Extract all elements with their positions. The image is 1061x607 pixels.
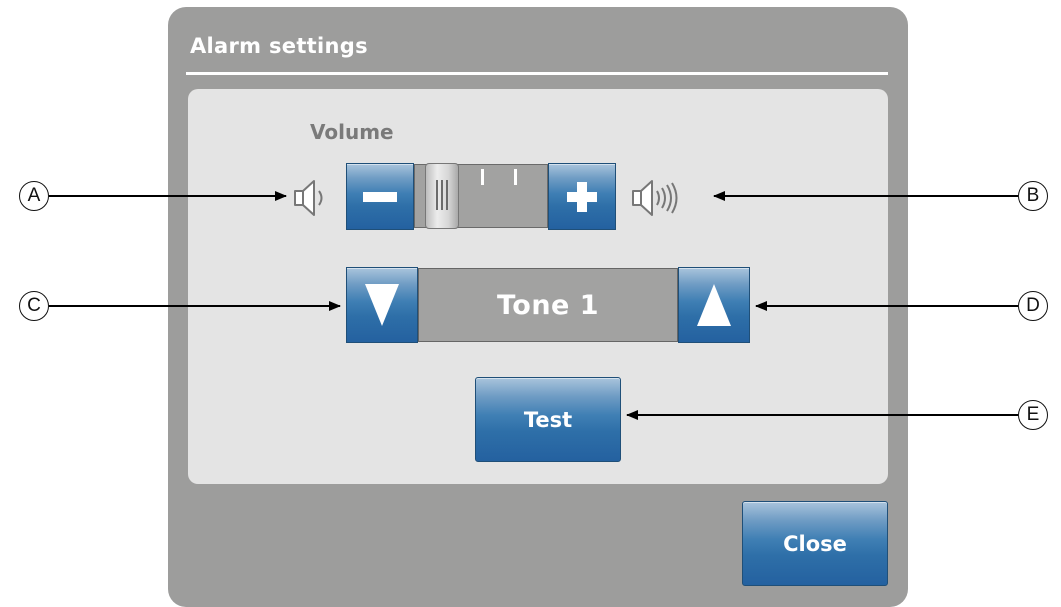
callout-c: C — [19, 291, 49, 321]
callout-a: A — [19, 181, 49, 211]
callout-arrows — [49, 191, 1018, 420]
callout-d: D — [1018, 291, 1048, 321]
callout-e: E — [1018, 400, 1048, 430]
callout-b: B — [1018, 181, 1048, 211]
